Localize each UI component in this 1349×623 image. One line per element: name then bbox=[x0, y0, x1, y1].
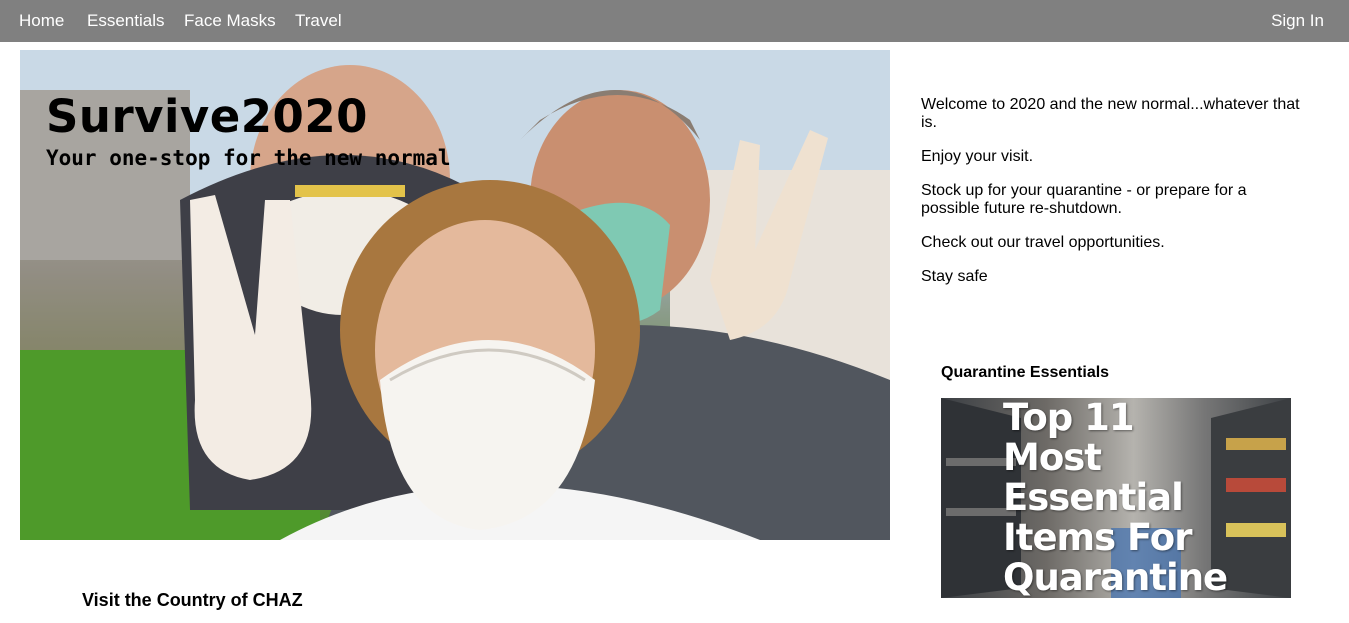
intro-travel: Check out our travel opportunities. bbox=[921, 234, 1165, 251]
travel-section-heading: Visit the Country of CHAZ bbox=[82, 590, 303, 610]
intro-stock-up: Stock up for your quarantine - or prepar… bbox=[921, 182, 1247, 217]
intro-enjoy: Enjoy your visit. bbox=[921, 148, 1034, 165]
intro-welcome: Welcome to 2020 and the new normal...wha… bbox=[921, 96, 1300, 131]
hero-image: Survive2020 Your one-stop for the new no… bbox=[20, 50, 890, 540]
intro-stay-safe: Stay safe bbox=[921, 268, 988, 285]
nav-face-masks-link[interactable]: Face Masks bbox=[184, 11, 276, 31]
nav-essentials-link[interactable]: Essentials bbox=[87, 11, 164, 31]
essentials-heading: Quarantine Essentials bbox=[941, 364, 1110, 381]
caption-line: Items For bbox=[1003, 516, 1192, 559]
essentials-image-caption: Top 11 Most Essential Items For Quaranti… bbox=[1003, 398, 1253, 598]
nav-travel-link[interactable]: Travel bbox=[295, 11, 342, 31]
caption-line: Essential bbox=[1003, 476, 1184, 519]
intro-text: Welcome to 2020 and the new normal...wha… bbox=[921, 96, 1301, 302]
site-title: Survive2020 bbox=[46, 90, 368, 143]
caption-line: Top 11 bbox=[1003, 398, 1135, 439]
caption-line: Most bbox=[1003, 436, 1102, 479]
sign-in-link[interactable]: Sign In bbox=[1271, 11, 1324, 31]
top-nav: Home Essentials Face Masks Travel Sign I… bbox=[0, 0, 1349, 42]
site-tagline: Your one-stop for the new normal bbox=[46, 146, 451, 170]
caption-line: Quarantine bbox=[1003, 556, 1228, 598]
nav-home-link[interactable]: Home bbox=[19, 11, 64, 31]
essentials-image[interactable]: Top 11 Most Essential Items For Quaranti… bbox=[941, 398, 1291, 598]
